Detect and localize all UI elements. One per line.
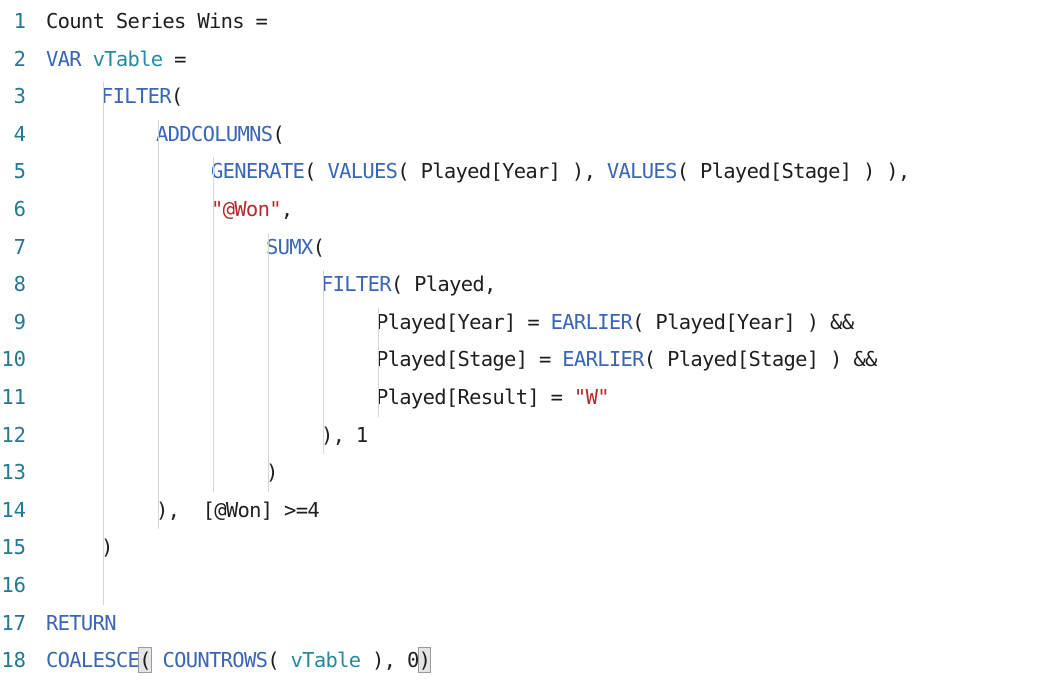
variable-token: vTable (290, 648, 362, 673)
indent-guide (103, 82, 104, 605)
text-token: Count Series Wins = (46, 9, 268, 33)
code-line[interactable]: 8 FILTER( Played, (0, 266, 1046, 303)
variable-token: vTable (92, 46, 164, 71)
line-number: 11 (1, 385, 26, 409)
code-text: ADDCOLUMNS( (156, 116, 285, 153)
line-number: 5 (13, 159, 26, 184)
line-number: 9 (13, 309, 26, 334)
string-token: "@Won" (211, 197, 282, 221)
code-line[interactable]: 18 COALESCE( COUNTROWS( vTable ), 0) (0, 642, 1046, 679)
text-token: = (162, 46, 186, 71)
code-text: FILTER( (101, 78, 183, 115)
function-token: COALESCE (46, 648, 140, 673)
text-token: ( (272, 121, 285, 146)
line-number: 12 (1, 422, 26, 447)
code-text: SUMX( (266, 229, 325, 266)
text-token: Played[Result] = (376, 385, 574, 409)
line-number: 16 (1, 573, 26, 597)
code-line[interactable]: 6 "@Won", (0, 191, 1046, 228)
line-number: 4 (13, 121, 26, 146)
text-token: Played[Year] = (376, 309, 551, 334)
line-number: 10 (1, 347, 26, 372)
code-line[interactable]: 2 VAR vTable = (0, 41, 1046, 78)
text-token: ), 1 (321, 422, 368, 447)
function-token: ADDCOLUMNS (156, 121, 273, 146)
line-number: 2 (13, 46, 26, 71)
code-text: FILTER( Played, (321, 266, 496, 303)
code-text: COALESCE( COUNTROWS( vTable ), 0) (46, 642, 432, 679)
indent-guide (268, 232, 269, 492)
code-text: Count Series Wins = (46, 3, 268, 40)
text-token: ( (267, 648, 291, 673)
function-token: EARLIER (562, 347, 644, 372)
text-token: ( Played[Year] ), (397, 159, 607, 184)
text-token: ), [@Won] >=4 (156, 497, 320, 522)
code-line[interactable]: 5 GENERATE( VALUES( Played[Year] ), VALUE… (0, 153, 1046, 190)
line-number: 17 (1, 610, 26, 635)
text-token: ( (170, 84, 183, 109)
text-token: ( (304, 159, 328, 184)
code-line[interactable]: 15) (0, 529, 1046, 566)
keyword-token: RETURN (46, 610, 117, 635)
code-line[interactable]: 1 Count Series Wins = (0, 3, 1046, 40)
line-number: 8 (13, 272, 26, 297)
code-text: GENERATE( VALUES( Played[Year] ), VALUES… (211, 153, 910, 190)
code-line[interactable]: 17 RETURN (0, 605, 1046, 642)
text-token: ( Played[Stage] ) ), (676, 159, 911, 184)
function-token: GENERATE (211, 159, 305, 184)
code-line[interactable]: 16 (0, 567, 1046, 604)
code-text: Played[Result] = "W" (376, 379, 610, 416)
line-number: 13 (1, 460, 26, 485)
code-line[interactable]: 14 ), [@Won] >=4 (0, 492, 1046, 529)
line-number: 3 (13, 84, 26, 109)
indent-guide (378, 307, 379, 417)
text-token: ( Played[Year] ) && (632, 309, 854, 334)
code-line[interactable]: 13) (0, 454, 1046, 491)
text-token: ), 0 (360, 648, 419, 673)
line-number: 14 (1, 497, 26, 522)
line-number: 15 (1, 535, 26, 560)
code-text: Played[Stage] = EARLIER( Played[Stage] )… (376, 341, 877, 378)
code-text: VAR vTable = (46, 41, 186, 78)
function-token: VALUES (327, 159, 398, 184)
matched-bracket: ( (138, 647, 152, 674)
function-token: FILTER (101, 84, 172, 109)
line-number: 18 (1, 648, 26, 673)
code-line[interactable]: 7 SUMX( (0, 229, 1046, 266)
code-text: ), [@Won] >=4 (156, 492, 320, 529)
text-token: , (280, 197, 293, 221)
code-line[interactable]: 3 FILTER( (0, 78, 1046, 115)
text-token: ( (312, 234, 325, 259)
code-text: Played[Year] = EARLIER( Played[Year] ) &… (376, 304, 854, 341)
code-line[interactable]: 11 Played[Result] = "W" (0, 379, 1046, 416)
text-token: Played[Stage] = (376, 347, 563, 372)
string-token: "W" (573, 385, 610, 409)
indent-guide (213, 157, 214, 492)
function-token: FILTER (321, 272, 392, 297)
line-number: 7 (13, 234, 26, 259)
code-line[interactable]: 9 Played[Year] = EARLIER( Played[Year] ) … (0, 304, 1046, 341)
function-token: EARLIER (550, 309, 633, 334)
text-token: ( Played[Stage] ) && (643, 347, 878, 372)
matched-bracket: ) (417, 647, 432, 674)
function-token: SUMX (266, 234, 313, 259)
keyword-token: VAR (46, 46, 82, 71)
line-number: 1 (13, 9, 26, 33)
code-text: ), 1 (321, 417, 368, 454)
function-token: VALUES (606, 159, 678, 184)
code-line[interactable]: 12 ), 1 (0, 417, 1046, 454)
code-line[interactable]: 4 ADDCOLUMNS( (0, 116, 1046, 153)
text-token: ( Played, (390, 272, 496, 297)
dax-code-editor[interactable]: 1 Count Series Wins = 2 VAR vTable = 3 FILTER… (0, 0, 1046, 681)
code-text: "@Won", (211, 191, 293, 228)
function-token: COUNTROWS (162, 648, 268, 673)
code-text: RETURN (46, 605, 117, 642)
indent-guide (323, 270, 324, 455)
code-line[interactable]: 10 Played[Stage] = EARLIER( Played[Stage]… (0, 341, 1046, 378)
indent-guide (158, 119, 159, 530)
line-number: 6 (13, 197, 26, 221)
